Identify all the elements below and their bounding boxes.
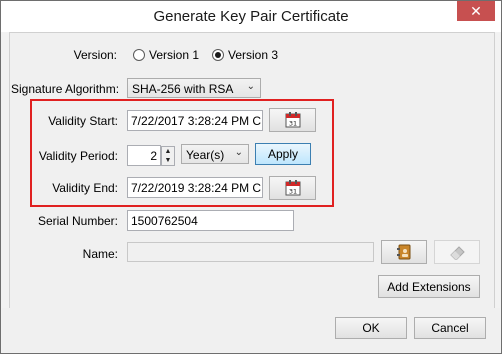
cancel-button[interactable]: Cancel [414,317,486,339]
name-label: Name: [82,247,118,261]
signature-algorithm-value: SHA-256 with RSA [132,82,234,96]
validity-end-value: 7/22/2019 3:28:24 PM CES [131,181,263,195]
close-icon: ✕ [470,3,482,19]
version-1-label[interactable]: Version 1 [149,48,199,62]
cancel-label: Cancel [431,321,469,335]
serial-number-value: 1500762504 [131,214,198,228]
dialog-window: Generate Key Pair Certificate ✕ Version:… [0,0,502,354]
window-title: Generate Key Pair Certificate [153,8,349,25]
validity-start-label: Validity Start: [48,114,118,128]
title-bar[interactable]: Generate Key Pair Certificate ✕ [1,1,501,32]
validity-start-calendar-button[interactable]: 31 [269,108,316,132]
spin-down-icon[interactable]: ▼ [162,156,174,165]
name-eraser-button[interactable] [434,240,480,264]
signature-algorithm-label: Signature Algorithm: [11,82,120,96]
spin-up-icon[interactable]: ▲ [162,147,174,156]
validity-end-calendar-button[interactable]: 31 [269,176,316,200]
validity-start-field[interactable]: 7/22/2017 3:28:24 PM CES [127,110,263,131]
validity-start-value: 7/22/2017 3:28:24 PM CES [131,114,263,128]
version-3-radio[interactable] [212,49,224,61]
radio-selected-dot [215,52,221,58]
serial-number-label: Serial Number: [37,214,118,228]
add-extensions-button[interactable]: Add Extensions [378,275,480,298]
chevron-down-icon: ⌄ [246,81,255,92]
validity-period-spinner[interactable]: ▲ ▼ [161,146,175,166]
apply-button[interactable]: Apply [255,143,311,165]
name-address-book-button[interactable] [381,240,427,264]
validity-end-label: Validity End: [52,181,118,195]
close-button[interactable]: ✕ [457,1,495,21]
svg-text:31: 31 [288,188,296,196]
serial-number-field[interactable]: 1500762504 [127,210,294,231]
calendar-icon: 31 [285,112,300,128]
calendar-icon: 31 [285,180,300,196]
validity-period-unit-value: Year(s) [186,148,225,162]
apply-label: Apply [267,147,299,161]
svg-text:31: 31 [288,120,296,128]
version-1-radio[interactable] [133,49,145,61]
validity-period-input[interactable]: 2 [127,145,161,166]
ok-label: OK [362,321,380,335]
address-book-icon [397,244,411,260]
validity-period-value: 2 [150,149,157,163]
validity-period-unit-select[interactable]: Year(s) ⌄ [181,144,249,164]
version-label: Version: [73,48,117,62]
chevron-down-icon: ⌄ [234,147,243,158]
version-3-label[interactable]: Version 3 [228,48,278,62]
name-field[interactable] [127,242,374,262]
add-extensions-label: Add Extensions [387,280,471,294]
validity-end-field[interactable]: 7/22/2019 3:28:24 PM CES [127,177,263,198]
eraser-icon [450,246,465,261]
signature-algorithm-select[interactable]: SHA-256 with RSA ⌄ [127,78,261,98]
validity-period-label: Validity Period: [38,149,118,163]
ok-button[interactable]: OK [335,317,407,339]
